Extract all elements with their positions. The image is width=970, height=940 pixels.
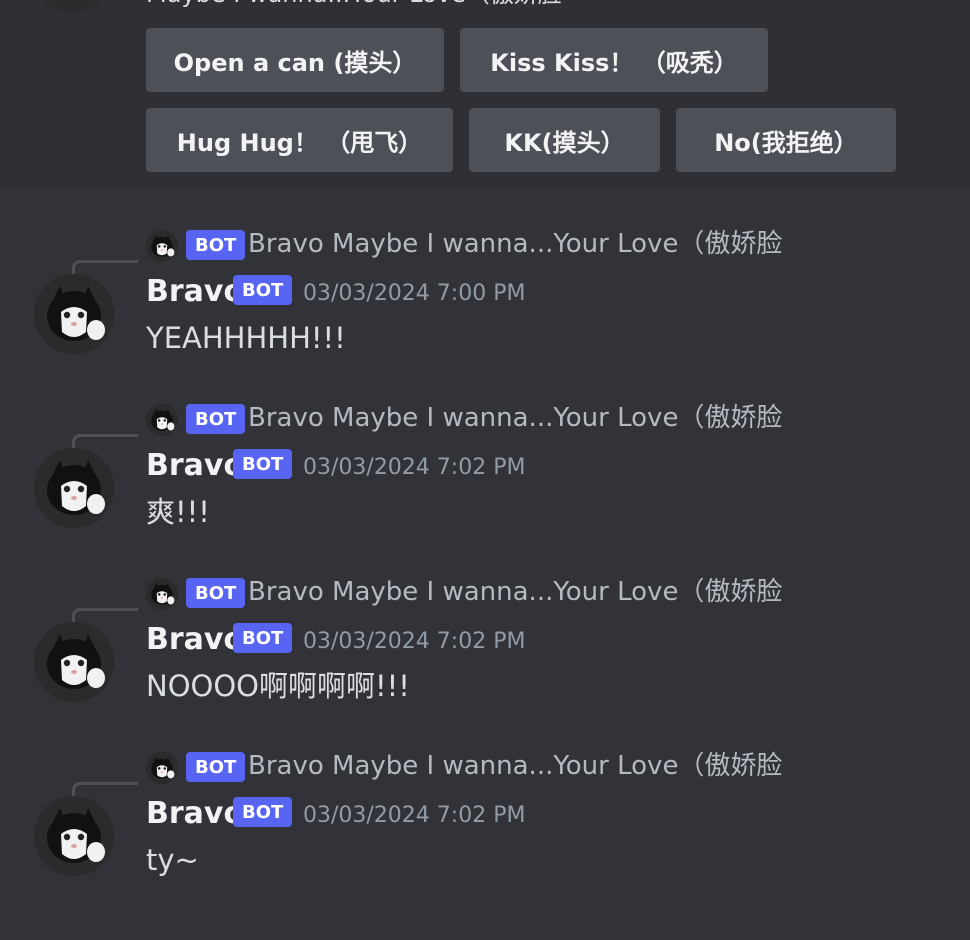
reply-avatar[interactable] (146, 230, 178, 262)
avatar[interactable] (34, 448, 114, 528)
reply-preview-text[interactable]: Bravo Maybe I wanna...Your Love（傲娇脸 (248, 400, 782, 436)
author-name[interactable]: Bravo (146, 446, 244, 486)
cat-avatar-icon (146, 578, 178, 610)
cat-avatar-icon (34, 448, 114, 528)
message: BOT Bravo Maybe I wanna...Your Love（傲娇脸 … (0, 751, 970, 940)
reply-avatar[interactable] (146, 752, 178, 784)
cat-avatar-icon (34, 274, 114, 354)
reply-bot-tag: BOT (186, 230, 246, 260)
author-name[interactable]: Bravo (146, 272, 244, 312)
avatar[interactable] (32, 0, 112, 12)
message: BOT Bravo Maybe I wanna...Your Love（傲娇脸 … (0, 577, 970, 766)
reply-preview-text[interactable]: Bravo Maybe I wanna...Your Love（傲娇脸 (248, 748, 782, 784)
cat-avatar-icon (34, 622, 114, 702)
no-button[interactable]: No(我拒绝） (676, 108, 896, 172)
previous-message-block: Maybe I wanna...Your Love（傲娇脸 Open a can… (0, 0, 970, 188)
kiss-kiss-button[interactable]: Kiss Kiss！ （吸秃） (460, 28, 768, 92)
cat-avatar-icon (146, 404, 178, 436)
reply-avatar[interactable] (146, 404, 178, 436)
open-a-can-button[interactable]: Open a can (摸头） (146, 28, 444, 92)
message-content: YEAHHHHH!!! (146, 321, 346, 355)
reply-bot-tag: BOT (186, 752, 246, 782)
reply-preview-text[interactable]: Bravo Maybe I wanna...Your Love（傲娇脸 (248, 574, 782, 610)
reply-preview-text[interactable]: Bravo Maybe I wanna...Your Love（傲娇脸 (248, 226, 782, 262)
avatar[interactable] (34, 622, 114, 702)
previous-message-text: Maybe I wanna...Your Love（傲娇脸 (146, 0, 562, 10)
bot-tag: BOT (233, 623, 293, 653)
message: BOT Bravo Maybe I wanna...Your Love（傲娇脸 … (0, 229, 970, 418)
bot-tag: BOT (233, 275, 293, 305)
author-name[interactable]: Bravo (146, 620, 244, 660)
message-timestamp: 03/03/2024 7:02 PM (303, 629, 526, 654)
reply-bot-tag: BOT (186, 404, 246, 434)
message: BOT Bravo Maybe I wanna...Your Love（傲娇脸 … (0, 403, 970, 592)
cat-avatar-icon (34, 796, 114, 876)
message-timestamp: 03/03/2024 7:02 PM (303, 803, 526, 828)
hug-hug-button[interactable]: Hug Hug！ （甩飞） (146, 108, 453, 172)
kk-button[interactable]: KK(摸头） (469, 108, 660, 172)
bot-tag: BOT (233, 797, 293, 827)
cat-avatar-icon (146, 230, 178, 262)
message-content: 爽!!! (146, 495, 210, 529)
message-content: NOOOO啊啊啊啊!!! (146, 669, 410, 703)
message-timestamp: 03/03/2024 7:00 PM (303, 281, 526, 306)
author-name[interactable]: Bravo (146, 794, 244, 834)
reply-bot-tag: BOT (186, 578, 246, 608)
avatar[interactable] (34, 796, 114, 876)
reply-avatar[interactable] (146, 578, 178, 610)
cat-avatar-icon (146, 752, 178, 784)
avatar[interactable] (34, 274, 114, 354)
message-content: ty~ (146, 843, 199, 877)
bot-tag: BOT (233, 449, 293, 479)
cat-avatar-icon (32, 0, 112, 12)
message-timestamp: 03/03/2024 7:02 PM (303, 455, 526, 480)
